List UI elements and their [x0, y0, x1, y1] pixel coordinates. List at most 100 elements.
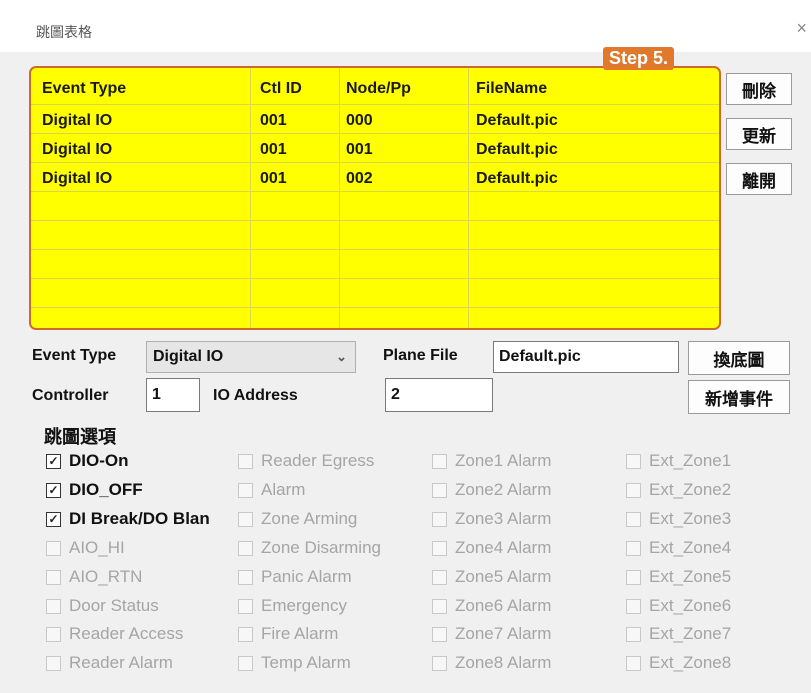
event-type-select[interactable]: Digital IO ⌄	[146, 341, 356, 373]
checkbox-icon	[432, 626, 447, 642]
option-label: Zone7 Alarm	[455, 624, 552, 643]
option-checkbox: Reader Alarm	[46, 652, 173, 674]
checkbox-icon	[46, 655, 61, 671]
exit-button[interactable]: 離開	[726, 163, 792, 195]
change-map-button[interactable]: 換底圖	[688, 341, 790, 375]
option-checkbox: Zone8 Alarm	[432, 652, 551, 674]
checkbox-icon	[238, 482, 253, 498]
row-2-event-type[interactable]: Digital IO	[42, 141, 112, 159]
checkbox-icon	[626, 453, 641, 469]
option-checkbox[interactable]: ✓ DIO_OFF	[46, 479, 143, 501]
row-1-filename[interactable]: Default.pic	[476, 112, 558, 130]
checkbox-icon	[46, 540, 61, 556]
option-label: Panic Alarm	[261, 567, 352, 586]
option-label: Door Status	[69, 596, 159, 615]
option-label: Reader Alarm	[69, 653, 173, 672]
checkbox-icon	[432, 655, 447, 671]
option-checkbox: Door Status	[46, 595, 159, 617]
check-icon[interactable]: ✓	[46, 511, 61, 527]
option-label: Ext_Zone1	[649, 451, 732, 470]
option-checkbox[interactable]: ✓ DI Break/DO Blan	[46, 508, 210, 530]
option-label: Ext_Zone6	[649, 596, 732, 615]
option-checkbox: Zone5 Alarm	[432, 566, 551, 588]
option-checkbox: Ext_Zone2	[626, 479, 731, 501]
checkbox-icon	[238, 453, 253, 469]
controller-label: Controller	[32, 387, 109, 404]
header-node-pp[interactable]: Node/Pp	[346, 80, 411, 98]
checkbox-icon	[432, 569, 447, 585]
row-3-node-pp[interactable]: 002	[346, 170, 373, 188]
option-checkbox: Zone2 Alarm	[432, 479, 551, 501]
option-label: Alarm	[261, 480, 306, 499]
option-label: Zone5 Alarm	[455, 567, 552, 586]
row-divider	[31, 220, 719, 221]
plane-file-label: Plane File	[383, 347, 458, 364]
option-label: AIO_RTN	[69, 567, 143, 586]
checkbox-icon	[432, 482, 447, 498]
header-filename[interactable]: FileName	[476, 80, 547, 98]
row-divider	[31, 104, 719, 105]
row-divider	[31, 191, 719, 192]
io-address-field[interactable]: 2	[385, 378, 493, 412]
event-type-value: Digital IO	[153, 348, 224, 365]
option-checkbox: Zone6 Alarm	[432, 595, 551, 617]
checkbox-icon	[432, 453, 447, 469]
option-label: Reader Access	[69, 624, 184, 643]
checkbox-icon	[46, 598, 61, 614]
option-checkbox: AIO_HI	[46, 537, 125, 559]
row-3-ctl-id[interactable]: 001	[260, 170, 287, 188]
jump-options-title: 跳圖選項	[44, 427, 116, 447]
window-title: 跳圖表格	[36, 24, 92, 40]
option-label: DIO_OFF	[69, 480, 143, 499]
step-badge: Step 5.	[603, 47, 675, 70]
checkbox-icon	[626, 482, 641, 498]
option-checkbox: Reader Egress	[238, 450, 374, 472]
title-bar: 跳圖表格 ×	[0, 0, 811, 52]
header-ctl-id[interactable]: Ctl ID	[260, 80, 302, 98]
row-divider	[31, 133, 719, 134]
option-label: DI Break/DO Blan	[69, 509, 210, 528]
row-3-filename[interactable]: Default.pic	[476, 170, 558, 188]
row-2-filename[interactable]: Default.pic	[476, 141, 558, 159]
check-icon[interactable]: ✓	[46, 453, 61, 469]
column-divider	[250, 68, 251, 328]
option-label: Fire Alarm	[261, 624, 339, 643]
option-checkbox: Ext_Zone1	[626, 450, 731, 472]
row-2-node-pp[interactable]: 001	[346, 141, 373, 159]
io-address-label: IO Address	[213, 387, 298, 404]
chevron-down-icon[interactable]: ⌄	[336, 349, 347, 365]
option-label: Ext_Zone7	[649, 624, 732, 643]
plane-file-field[interactable]: Default.pic	[493, 341, 679, 373]
checkbox-icon	[46, 626, 61, 642]
row-divider	[31, 307, 719, 308]
checkbox-icon	[238, 540, 253, 556]
event-type-label: Event Type	[32, 347, 117, 364]
controller-field[interactable]: 1	[146, 378, 200, 412]
close-icon[interactable]: ×	[796, 18, 807, 39]
option-label: Reader Egress	[261, 451, 375, 470]
option-checkbox: Ext_Zone5	[626, 566, 731, 588]
row-1-event-type[interactable]: Digital IO	[42, 112, 112, 130]
check-icon[interactable]: ✓	[46, 482, 61, 498]
option-checkbox: Panic Alarm	[238, 566, 352, 588]
column-divider	[339, 68, 340, 328]
row-1-node-pp[interactable]: 000	[346, 112, 373, 130]
checkbox-icon	[432, 598, 447, 614]
row-divider	[31, 162, 719, 163]
checkbox-icon	[238, 626, 253, 642]
option-checkbox[interactable]: ✓ DIO-On	[46, 450, 129, 472]
delete-button[interactable]: 刪除	[726, 73, 792, 105]
option-checkbox: Fire Alarm	[238, 623, 338, 645]
add-event-button[interactable]: 新增事件	[688, 380, 790, 414]
header-event-type[interactable]: Event Type	[42, 80, 126, 98]
option-label: Zone1 Alarm	[455, 451, 552, 470]
option-label: Ext_Zone8	[649, 653, 732, 672]
checkbox-icon	[626, 540, 641, 556]
option-label: AIO_HI	[69, 538, 125, 557]
row-2-ctl-id[interactable]: 001	[260, 141, 287, 159]
update-button[interactable]: 更新	[726, 118, 792, 150]
row-1-ctl-id[interactable]: 001	[260, 112, 287, 130]
row-3-event-type[interactable]: Digital IO	[42, 170, 112, 188]
event-table[interactable]: Event Type Ctl ID Node/Pp FileName Digit…	[29, 66, 721, 330]
option-checkbox: Ext_Zone4	[626, 537, 731, 559]
